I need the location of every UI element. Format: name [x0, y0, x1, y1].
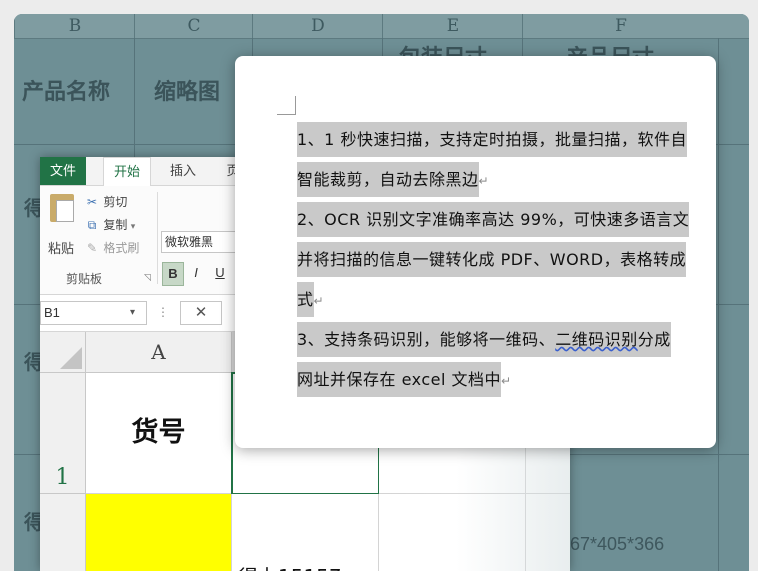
- paste-icon: [50, 194, 74, 222]
- background-column-bar: B C D E F: [14, 14, 749, 39]
- cell-d2[interactable]: [526, 494, 570, 571]
- bg-header-product-name: 产品名称: [22, 80, 111, 105]
- copy-button[interactable]: ⧉ 复制 ▾: [84, 215, 136, 235]
- font-name-box[interactable]: 微软雅黑: [161, 231, 238, 253]
- paragraph-mark-icon: ↵: [478, 174, 490, 188]
- doc-line: 并将扫描的信息一键转化成 PDF、WORD，表格转成: [297, 240, 716, 280]
- doc-line-text: 并将扫描的信息一键转化成 PDF、WORD，表格转成: [297, 242, 687, 277]
- chevron-down-icon[interactable]: ▾: [130, 301, 135, 325]
- brush-icon: ✎: [86, 241, 98, 255]
- cancel-button[interactable]: ✕: [180, 301, 222, 325]
- cut-button[interactable]: ✂ 剪切: [84, 192, 127, 212]
- doc-line: 式↵: [297, 280, 716, 320]
- bg-column-b: B: [14, 14, 135, 38]
- paste-label: 粘贴: [48, 241, 75, 256]
- tab-insert[interactable]: 插入: [160, 157, 206, 185]
- format-painter-button[interactable]: ✎ 格式刷: [84, 238, 139, 258]
- paragraph-mark-icon: ↵: [501, 374, 512, 388]
- doc-line-text: 分成: [637, 322, 671, 357]
- bg-column-d: D: [252, 14, 383, 38]
- more-icon: ⋮: [157, 305, 169, 319]
- bg-column-c: C: [134, 14, 253, 38]
- clipboard-group-label: 剪贴板: [66, 272, 103, 286]
- doc-line: 智能裁剪，自动去除黑边↵: [297, 160, 716, 200]
- doc-line-text: 1、1 秒快速扫描，支持定时拍摄，批量扫描，软件自: [297, 122, 687, 157]
- bg-size-value: 67*405*366: [570, 534, 665, 554]
- cut-label: 剪切: [103, 195, 128, 209]
- copy-icon: ⧉: [87, 218, 97, 232]
- column-header-a[interactable]: A: [86, 332, 232, 373]
- bold-button[interactable]: B: [162, 262, 184, 286]
- doc-line-text: 3、支持条码识别，能够将一维码、: [297, 322, 556, 357]
- tab-file[interactable]: 文件: [40, 157, 86, 185]
- italic-button[interactable]: I: [186, 262, 206, 284]
- doc-line: 网址并保存在 excel 文档中↵: [297, 360, 716, 400]
- paste-button[interactable]: 粘贴: [44, 194, 78, 256]
- underline-button[interactable]: U: [210, 262, 230, 284]
- select-all-button[interactable]: [40, 332, 86, 373]
- cell-a1[interactable]: 货号: [86, 373, 232, 494]
- dialog-launcher-icon[interactable]: ◹: [144, 272, 151, 283]
- chevron-down-icon[interactable]: ▾: [131, 221, 136, 231]
- bg-header-thumbnail: 缩略图: [154, 80, 221, 105]
- spellcheck-underlined-text: 二维码识别: [555, 322, 638, 357]
- cell-b2[interactable]: 得力15157: [232, 494, 379, 571]
- document-popup: 1、1 秒快速扫描，支持定时拍摄，批量扫描，软件自 智能裁剪，自动去除黑边↵ 2…: [235, 56, 716, 448]
- tab-home[interactable]: 开始: [103, 157, 151, 187]
- bg-column-f: F: [522, 14, 719, 38]
- doc-line-text: 2、OCR 识别文字准确率高达 99%，可快速多语言文: [297, 202, 690, 237]
- copy-label: 复制: [103, 218, 128, 232]
- cell-a2[interactable]: [86, 494, 232, 571]
- doc-line: 1、1 秒快速扫描，支持定时拍摄，批量扫描，软件自: [297, 120, 716, 160]
- doc-line-text: 式: [297, 282, 314, 317]
- doc-line-text: 智能裁剪，自动去除黑边: [297, 162, 479, 197]
- row-header-1[interactable]: 1: [40, 373, 86, 494]
- row-header-2[interactable]: [40, 494, 86, 571]
- paragraph-mark-icon: ↵: [313, 294, 325, 308]
- scissors-icon: ✂: [86, 195, 98, 209]
- doc-line: 3、支持条码识别，能够将一维码、二维码识别分成: [297, 320, 716, 360]
- cell-c2[interactable]: [379, 494, 526, 571]
- bg-column-e: E: [382, 14, 523, 38]
- doc-line: 2、OCR 识别文字准确率高达 99%，可快速多语言文: [297, 200, 716, 240]
- margin-corner-mark: [277, 96, 296, 115]
- doc-line-text: 网址并保存在 excel 文档中: [297, 362, 502, 397]
- document-body[interactable]: 1、1 秒快速扫描，支持定时拍摄，批量扫描，软件自 智能裁剪，自动去除黑边↵ 2…: [297, 120, 716, 400]
- format-painter-label: 格式刷: [103, 241, 140, 255]
- cell-b2-text: 得力15157: [238, 561, 342, 571]
